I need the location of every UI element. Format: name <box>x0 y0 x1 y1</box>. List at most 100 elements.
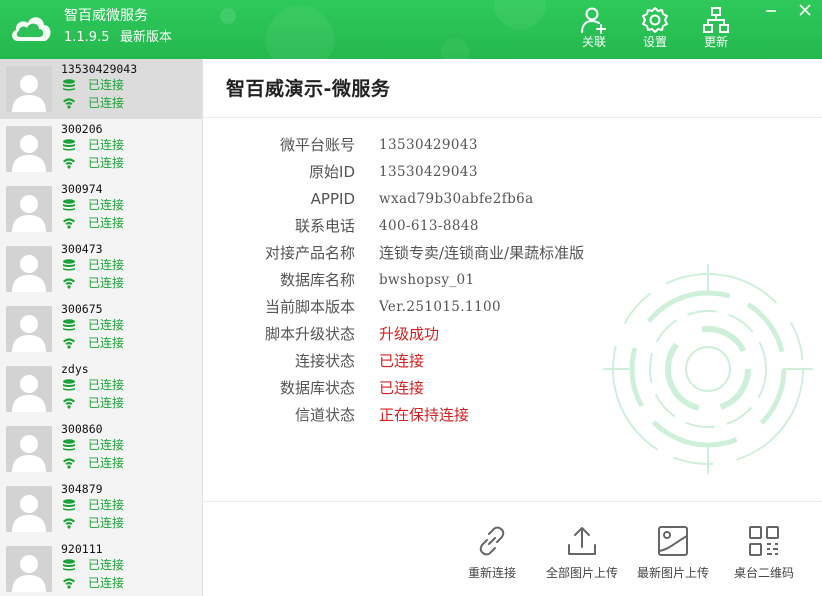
account-detail-panel: 智百威演示-微服务 微平台账号 13530429043 原始ID 1353042904… <box>203 59 822 596</box>
info-row: 数据库名称 bwshopsy_01 <box>203 267 822 293</box>
avatar <box>6 186 52 232</box>
upload-all-images-button[interactable]: 全部图片上传 <box>537 524 627 580</box>
database-status-label: 已连接 <box>88 138 125 152</box>
info-label: APPID <box>310 190 355 208</box>
account-item[interactable]: 300974 已连接 已连接 <box>0 179 202 239</box>
upload-icon <box>568 527 596 555</box>
info-row: 原始ID 13530429043 <box>203 159 822 185</box>
account-item[interactable]: zdys 已连接 已连接 <box>0 359 202 419</box>
gear-icon <box>642 7 668 33</box>
avatar-icon <box>6 66 52 112</box>
info-label: 联系电话 <box>294 217 355 235</box>
database-icon <box>63 559 75 571</box>
avatar <box>6 366 52 412</box>
avatar-icon <box>6 366 52 412</box>
avatar <box>6 306 52 352</box>
settings-label: 设置 <box>642 35 667 49</box>
account-id: 300860 <box>61 422 103 436</box>
account-item[interactable]: 920111 已连接 已连接 <box>0 539 202 596</box>
info-label: 连接状态 <box>294 352 355 370</box>
info-row: 数据库状态 已连接 <box>203 375 822 401</box>
avatar <box>6 426 52 472</box>
table-qrcode-button[interactable]: 桌台二维码 <box>719 524 809 580</box>
update-label: 更新 <box>703 35 728 49</box>
account-item[interactable]: 300860 已连接 已连接 <box>0 419 202 479</box>
close-icon[interactable] <box>794 2 816 18</box>
wifi-icon <box>63 218 75 229</box>
avatar-icon <box>6 546 52 592</box>
qrcode-label: 桌台二维码 <box>733 566 794 580</box>
info-value: 已连接 <box>379 379 425 397</box>
update-button[interactable]: 更新 <box>692 6 740 54</box>
info-value: Ver.251015.1100 <box>379 299 501 315</box>
info-value: 正在保持连接 <box>379 406 470 424</box>
info-label: 信道状态 <box>294 406 355 424</box>
network-status-label: 已连接 <box>88 276 125 290</box>
wifi-icon <box>63 518 75 529</box>
info-value: 已连接 <box>379 352 425 370</box>
info-row: 对接产品名称 连锁专卖/连锁商业/果蔬标准版 <box>203 240 822 266</box>
database-status-label: 已连接 <box>88 258 125 272</box>
info-value: 升级成功 <box>379 325 440 343</box>
database-status-label: 已连接 <box>88 198 125 212</box>
database-status-label: 已连接 <box>88 78 125 92</box>
avatar-icon <box>6 186 52 232</box>
version-status: 最新版本 <box>120 30 173 45</box>
info-label: 当前脚本版本 <box>264 298 355 316</box>
account-id: 300206 <box>61 122 103 136</box>
info-row: 当前脚本版本 Ver.251015.1100 <box>203 294 822 320</box>
wifi-icon <box>63 98 75 109</box>
reconnect-button[interactable]: 重新连接 <box>447 524 537 580</box>
info-label: 脚本升级状态 <box>264 325 355 343</box>
follow-button[interactable]: 关联 <box>570 6 618 54</box>
avatar <box>6 66 52 112</box>
follow-label: 关联 <box>581 35 606 49</box>
database-icon <box>63 199 75 211</box>
upload-all-label: 全部图片上传 <box>545 566 618 580</box>
avatar-icon <box>6 246 52 292</box>
info-label: 数据库状态 <box>279 379 355 397</box>
account-item[interactable]: 13530429043 已连接 已连接 <box>0 59 202 119</box>
minimize-icon[interactable] <box>760 2 782 18</box>
info-label: 原始ID <box>309 163 355 181</box>
account-item[interactable]: 300206 已连接 已连接 <box>0 119 202 179</box>
account-item[interactable]: 304879 已连接 已连接 <box>0 479 202 539</box>
avatar-icon <box>6 426 52 472</box>
account-id: 300473 <box>61 242 103 256</box>
info-label: 对接产品名称 <box>264 244 355 262</box>
wifi-icon <box>63 458 75 469</box>
database-icon <box>63 379 75 391</box>
account-id: 300974 <box>61 182 103 196</box>
avatar <box>6 486 52 532</box>
network-status-label: 已连接 <box>88 516 125 530</box>
upload-new-images-button[interactable]: 最新图片上传 <box>628 524 718 580</box>
database-status-label: 已连接 <box>88 378 125 392</box>
qrcode-icon <box>749 526 779 556</box>
database-icon <box>63 259 75 271</box>
info-label: 数据库名称 <box>279 271 355 289</box>
account-id: 300675 <box>61 302 103 316</box>
database-icon <box>63 439 75 451</box>
database-status-label: 已连接 <box>88 438 125 452</box>
info-row: APPID wxad79b30abfe2fb6a <box>203 186 822 212</box>
link-icon <box>479 526 505 556</box>
wifi-icon <box>63 578 75 589</box>
account-item[interactable]: 300473 已连接 已连接 <box>0 239 202 299</box>
account-id: 304879 <box>61 482 103 496</box>
info-value: 400-613-8848 <box>379 218 479 234</box>
account-id: zdys <box>61 362 89 376</box>
reconnect-label: 重新连接 <box>467 566 516 580</box>
wifi-icon <box>63 158 75 169</box>
page-title: 智百威演示-微服务 <box>226 78 391 100</box>
network-status-label: 已连接 <box>88 216 125 230</box>
info-value: bwshopsy_01 <box>379 272 475 288</box>
account-id: 13530429043 <box>61 62 138 76</box>
account-item[interactable]: 300675 已连接 已连接 <box>0 299 202 359</box>
account-id: 920111 <box>61 542 103 556</box>
info-value: 连锁专卖/连锁商业/果蔬标准版 <box>379 244 585 262</box>
avatar <box>6 126 52 172</box>
avatar <box>6 546 52 592</box>
database-icon <box>63 139 75 151</box>
network-status-label: 已连接 <box>88 456 125 470</box>
settings-button[interactable]: 设置 <box>631 6 679 54</box>
